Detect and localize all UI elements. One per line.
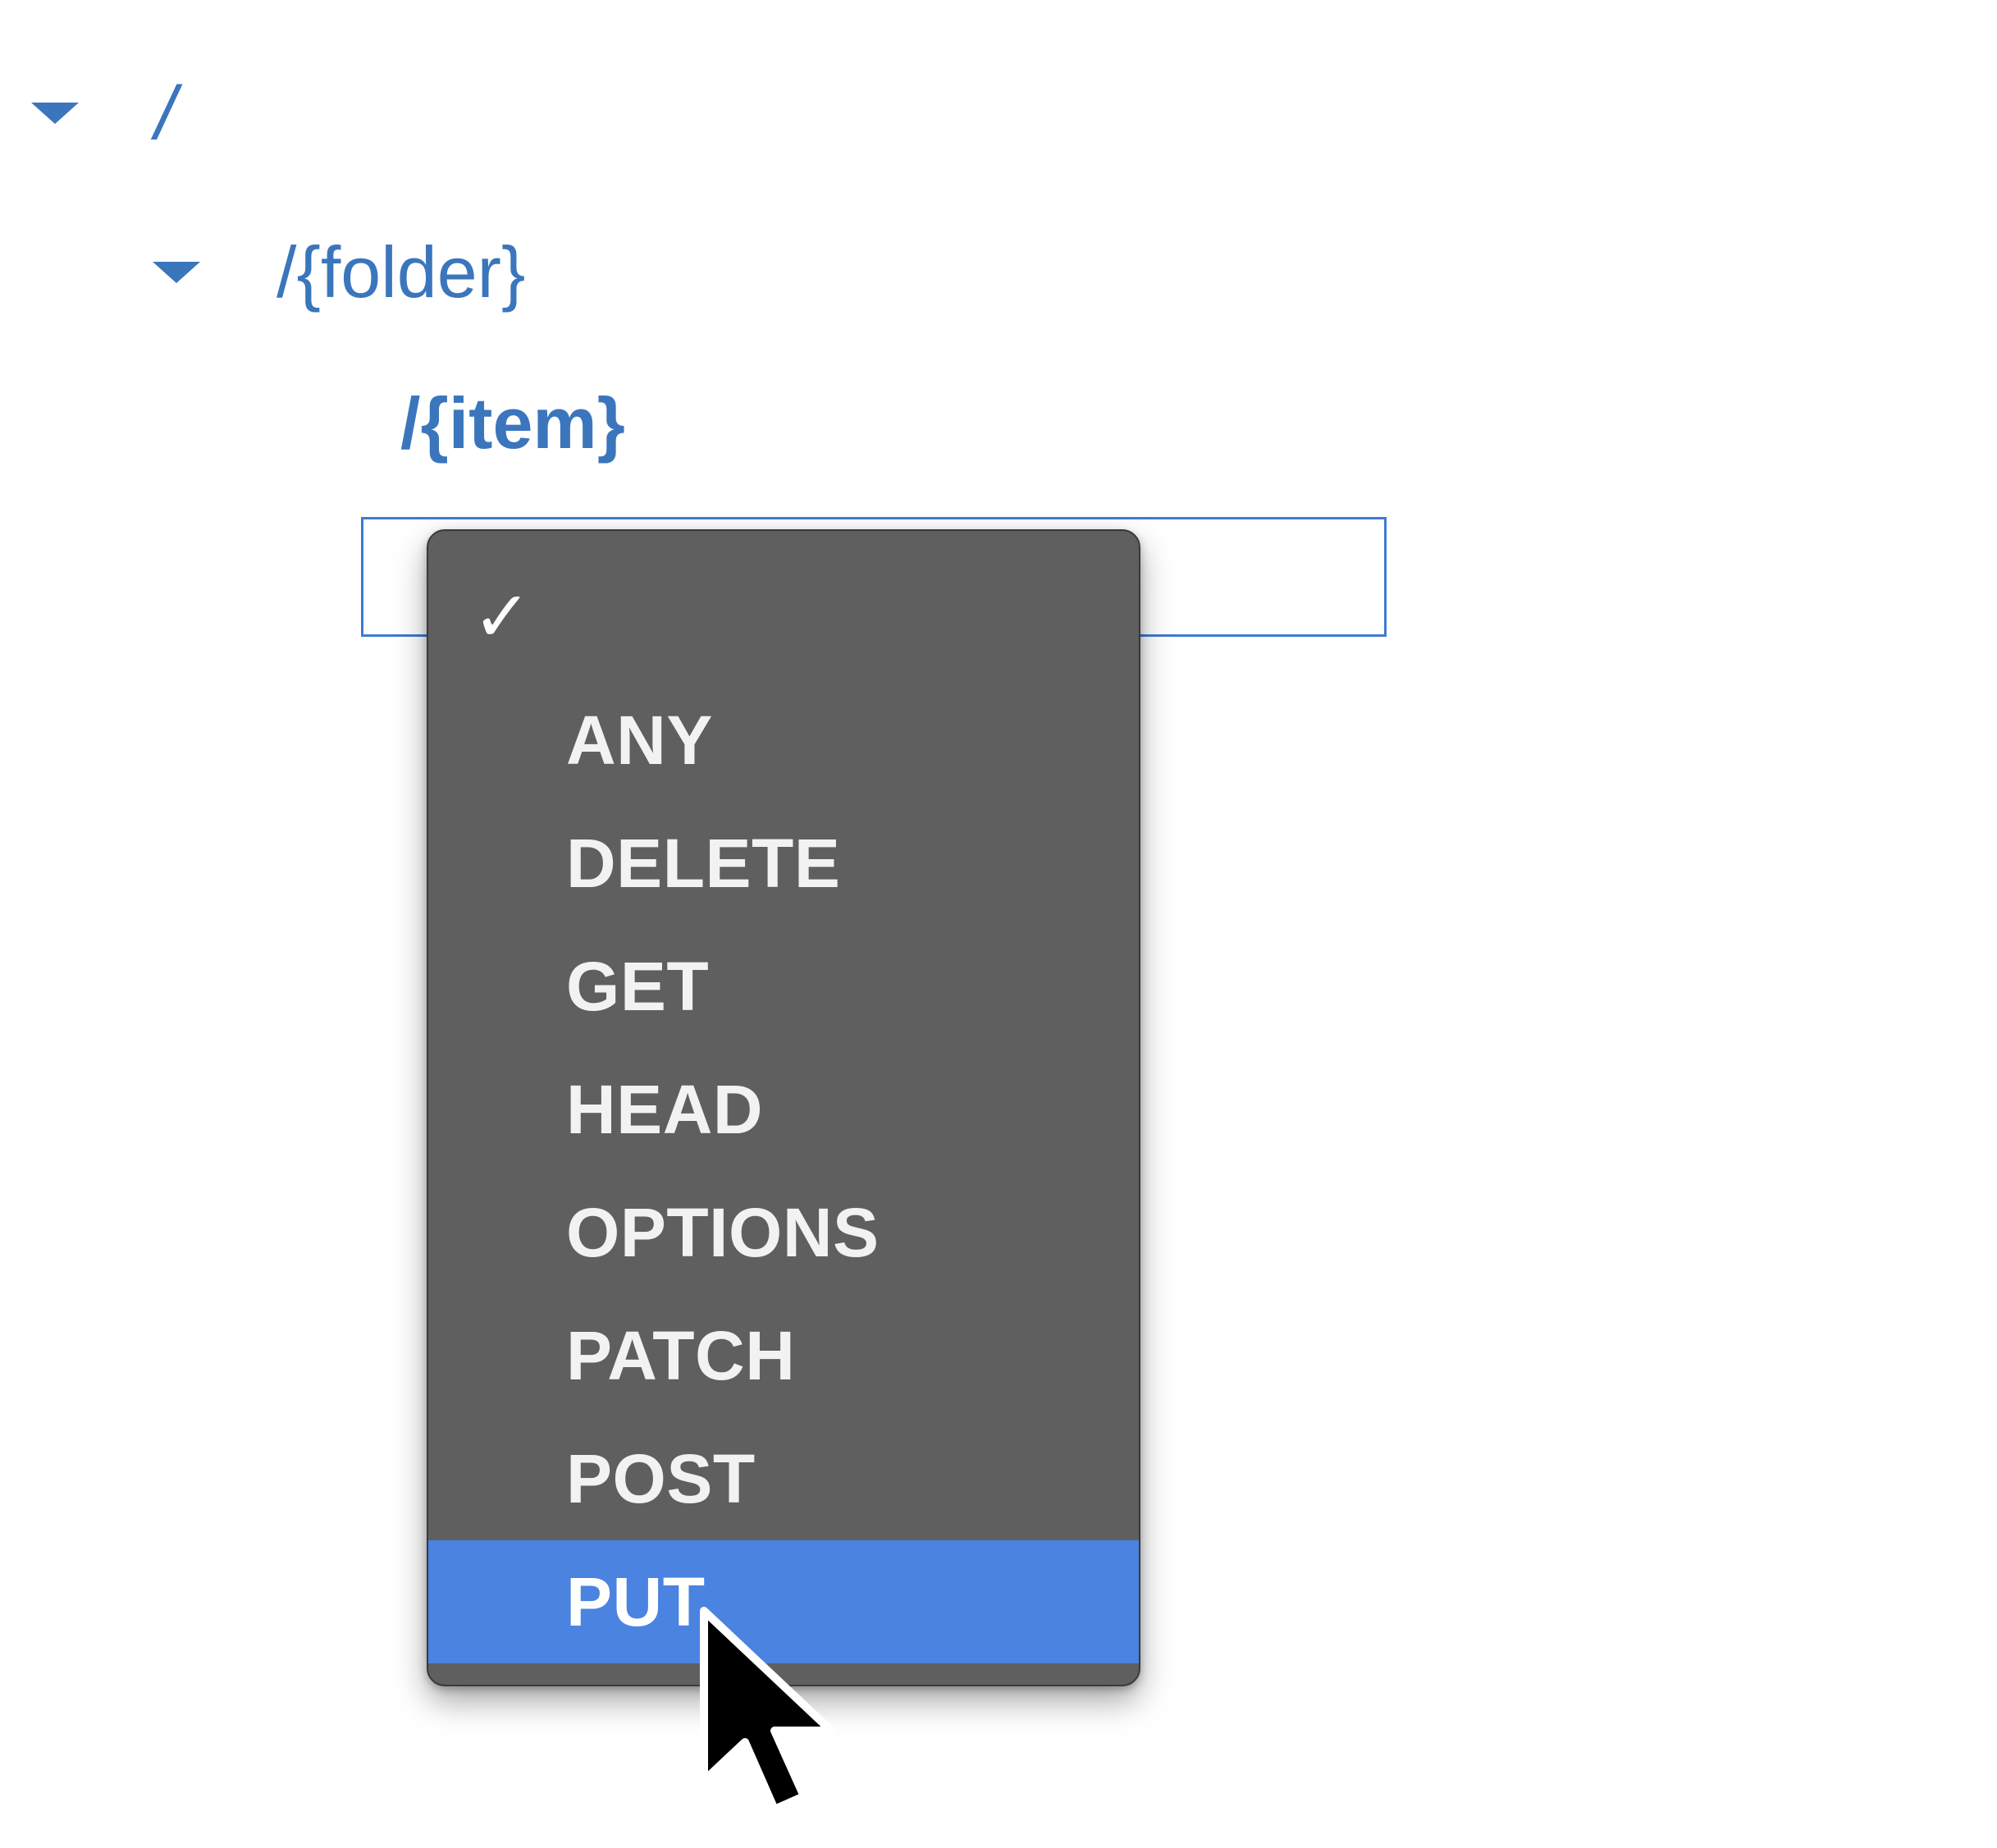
menu-item-head[interactable]: HEAD <box>428 1048 1139 1171</box>
menu-item-patch[interactable]: PATCH <box>428 1294 1139 1417</box>
tree-node-label[interactable]: /{folder} <box>276 236 525 309</box>
tree-node-label[interactable]: /{item} <box>400 387 625 460</box>
menu-item-post[interactable]: POST <box>428 1417 1139 1540</box>
resource-tree-panel: / /{folder} /{item} ✓ ANY DELETE GET HEA… <box>0 0 1997 1848</box>
caret-down-icon[interactable] <box>31 103 79 124</box>
tree-node-root[interactable]: / <box>31 75 176 151</box>
menu-item-options[interactable]: OPTIONS <box>428 1171 1139 1294</box>
menu-item-any[interactable]: ANY <box>428 679 1139 802</box>
checkmark-icon: ✓ <box>473 578 532 656</box>
menu-item-get[interactable]: GET <box>428 925 1139 1048</box>
method-dropdown-menu: ✓ ANY DELETE GET HEAD OPTIONS PATCH POST… <box>427 529 1140 1686</box>
caret-down-icon[interactable] <box>153 262 200 283</box>
menu-item-delete[interactable]: DELETE <box>428 802 1139 925</box>
arrow-pointer-icon <box>700 1607 835 1814</box>
tree-node-folder[interactable]: /{folder} <box>153 236 525 309</box>
tree-node-label[interactable]: / <box>155 75 176 151</box>
menu-item-empty[interactable]: ✓ <box>428 556 1139 679</box>
tree-node-item[interactable]: /{item} <box>400 387 625 460</box>
